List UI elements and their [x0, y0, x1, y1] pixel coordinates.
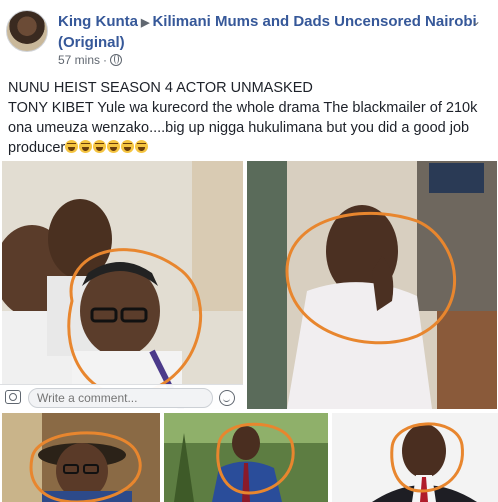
author-avatar[interactable]	[6, 10, 48, 52]
photo-man-in-suit-garden[interactable]	[164, 413, 328, 502]
post-body: NUNU HEIST SEASON 4 ACTOR UNMASKED TONY …	[8, 78, 490, 158]
comment-input[interactable]	[28, 388, 213, 408]
post-headline: NUNU HEIST SEASON 4 ACTOR UNMASKED	[8, 80, 313, 96]
photo-man-portrait-art	[332, 413, 498, 502]
smile-icon[interactable]	[219, 390, 235, 406]
chevron-down-icon[interactable]: ⌄	[466, 14, 486, 30]
author-name[interactable]: King Kunta	[58, 13, 138, 30]
post-time[interactable]: 57 mins	[58, 53, 100, 67]
photo-man-portrait[interactable]	[332, 413, 498, 502]
photo-man-on-phone-art	[247, 161, 497, 409]
camera-icon[interactable]	[5, 390, 21, 404]
photo-man-on-phone[interactable]	[247, 161, 497, 409]
laughing-emoji-icon	[121, 140, 135, 153]
facebook-post: King Kunta ▶ Kilimani Mums and Dads Uncens…	[0, 0, 498, 502]
laughing-emoji-icon	[107, 140, 121, 153]
photo-man-in-hat-art	[2, 413, 160, 502]
photo-man-in-suit-garden-art	[164, 413, 328, 502]
post-meta: 57 mins ·	[58, 53, 123, 67]
laughing-emoji-icon	[65, 140, 79, 153]
globe-icon[interactable]	[110, 54, 123, 66]
laughing-emoji-icon	[93, 140, 107, 153]
photo-group-selfie-art	[2, 161, 243, 409]
right-triangle-icon: ▶	[141, 17, 150, 29]
post-message: TONY KIBET Yule wa kurecord the whole dr…	[8, 98, 490, 158]
post-header: King Kunta ▶ Kilimani Mums and Dads Uncens…	[0, 0, 498, 72]
laughing-emoji-icon	[79, 140, 93, 153]
comment-bar	[0, 384, 243, 410]
photo-group-selfie[interactable]	[2, 161, 243, 409]
laughing-emoji-icon	[135, 140, 149, 153]
author-line: King Kunta ▶ Kilimani Mums and Dads Uncens…	[58, 12, 488, 52]
photo-man-in-hat[interactable]	[2, 413, 160, 502]
meta-separator: ·	[103, 53, 108, 67]
emoji-row	[65, 140, 149, 156]
